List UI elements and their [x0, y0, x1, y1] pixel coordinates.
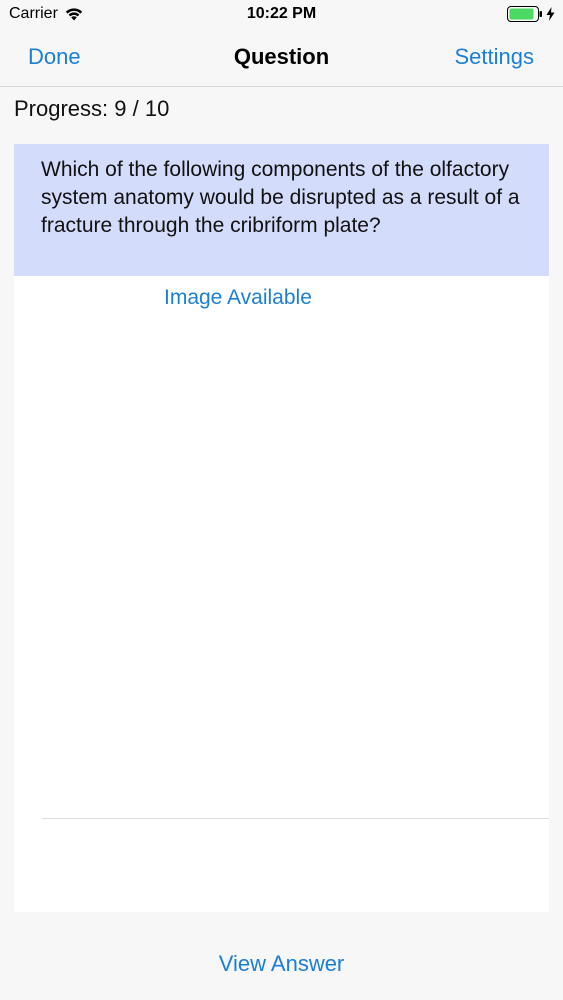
battery-icon [507, 6, 542, 22]
question-text: Which of the following components of the… [41, 158, 520, 237]
view-answer-button[interactable]: View Answer [0, 951, 563, 977]
status-time: 10:22 PM [246, 5, 317, 22]
settings-button[interactable]: Settings [455, 44, 535, 70]
question-box: Which of the following components of the… [14, 144, 549, 276]
divider [42, 818, 549, 819]
navigation-bar: Done Question Settings [0, 30, 563, 87]
image-available-link[interactable]: Image Available [164, 286, 312, 310]
progress-label: Progress: 9 / 10 [14, 96, 170, 121]
charging-bolt-icon [546, 7, 555, 21]
status-bar: Carrier 10:22 PM [0, 0, 563, 30]
question-card: Which of the following components of the… [14, 144, 549, 912]
battery-indicator [507, 6, 555, 22]
